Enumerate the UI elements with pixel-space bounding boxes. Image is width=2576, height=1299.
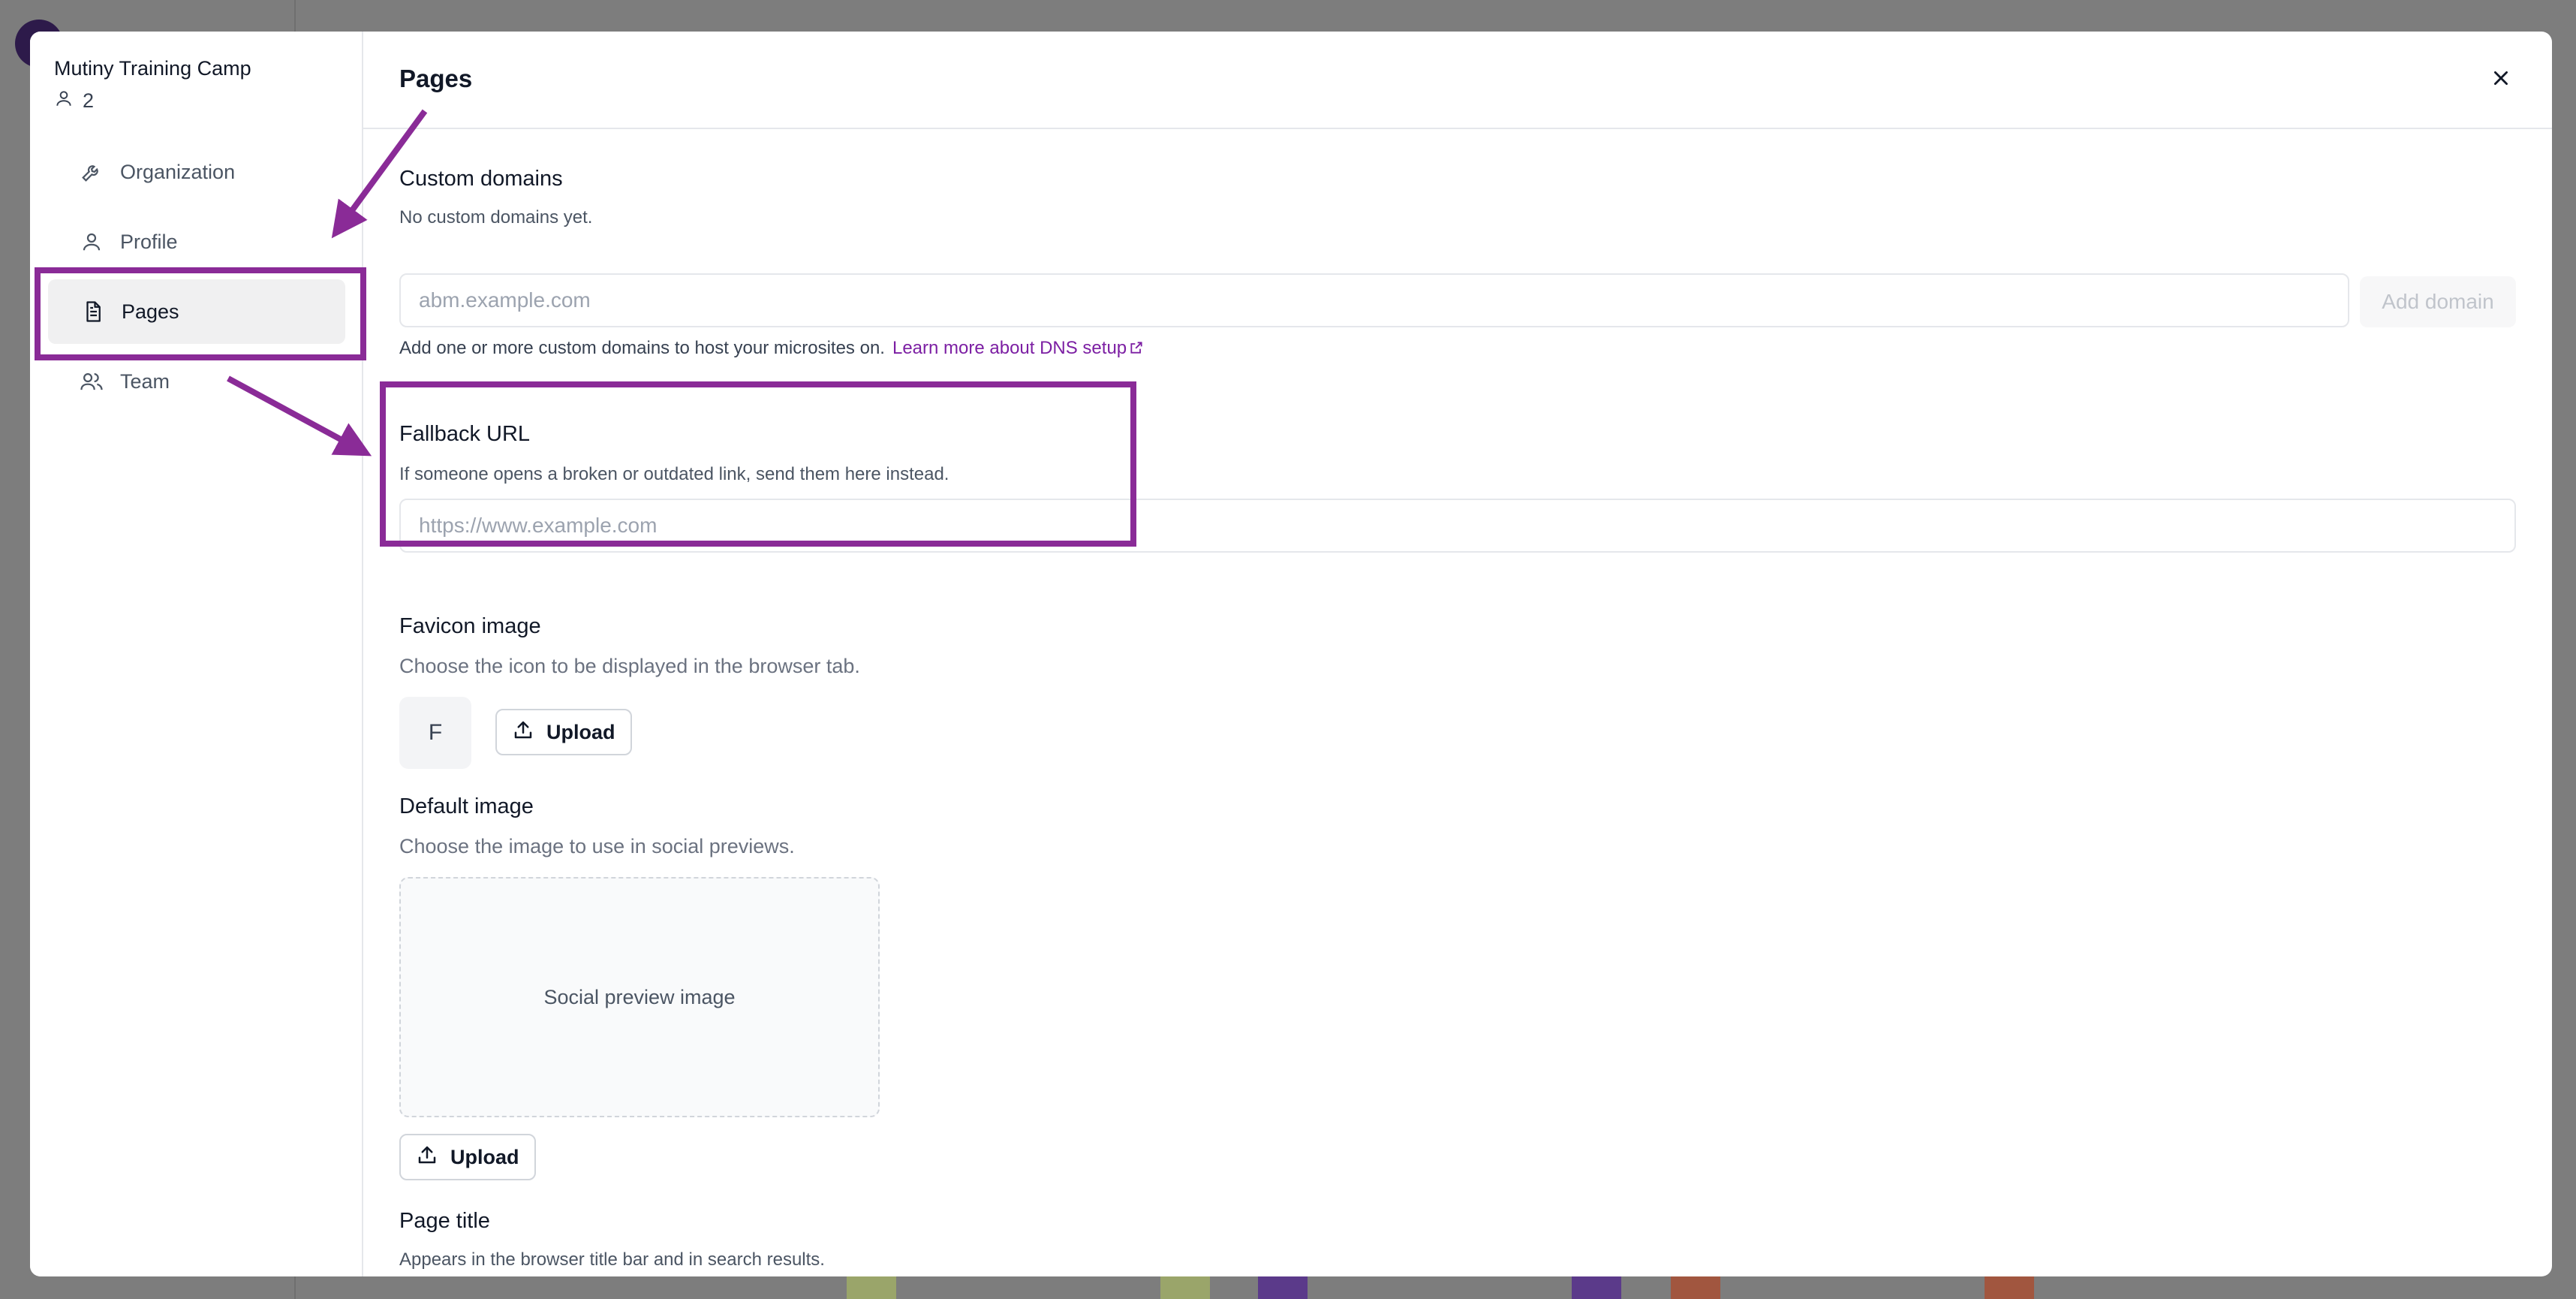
custom-domain-input[interactable] <box>399 273 2349 327</box>
custom-domains-helper-text: Add one or more custom domains to host y… <box>399 338 885 358</box>
custom-domains-label: Custom domains <box>399 167 563 191</box>
sidebar-item-organization[interactable]: Organization <box>47 140 360 204</box>
upload-label: Upload <box>450 1145 519 1168</box>
upload-icon <box>416 1144 438 1171</box>
content-header: Pages <box>363 32 2552 129</box>
member-count-value: 2 <box>83 89 95 112</box>
user-icon <box>54 89 74 113</box>
sidebar-item-label: Profile <box>120 230 178 253</box>
background-block <box>1572 1273 1621 1299</box>
sidebar-item-label: Team <box>120 369 170 393</box>
users-icon <box>80 369 104 393</box>
background-block <box>1160 1273 1210 1299</box>
settings-sidebar: Mutiny Training Camp 2 Organization Prof… <box>30 32 363 1276</box>
favicon-preview: F <box>399 697 471 769</box>
organization-name: Mutiny Training Camp <box>54 57 251 80</box>
favicon-description: Choose the icon to be displayed in the b… <box>399 655 860 677</box>
upload-label: Upload <box>546 720 615 743</box>
pages-highlight-box <box>35 267 366 360</box>
background-block <box>847 1273 896 1299</box>
sidebar-item-profile[interactable]: Profile <box>47 209 360 274</box>
custom-domains-empty-text: No custom domains yet. <box>399 207 593 228</box>
fallback-url-highlight-box <box>380 381 1136 547</box>
page-title-description: Appears in the browser title bar and in … <box>399 1249 825 1270</box>
default-image-upload-button[interactable]: Upload <box>399 1134 536 1180</box>
favicon-label: Favicon image <box>399 614 541 638</box>
custom-domains-helper: Add one or more custom domains to host y… <box>399 338 1144 359</box>
settings-content: Pages Custom domains No custom domains y… <box>363 32 2552 1276</box>
dns-setup-link[interactable]: Learn more about DNS setup <box>892 338 1144 358</box>
member-count: 2 <box>54 89 94 113</box>
close-button[interactable] <box>2486 65 2516 95</box>
social-preview-image[interactable]: Social preview image <box>399 877 880 1117</box>
page-title-label: Page title <box>399 1209 490 1233</box>
user-icon <box>80 230 104 254</box>
settings-modal: Mutiny Training Camp 2 Organization Prof… <box>30 32 2552 1276</box>
dns-setup-link-text: Learn more about DNS setup <box>892 338 1127 358</box>
add-domain-button[interactable]: Add domain <box>2360 276 2516 327</box>
external-link-icon <box>1127 338 1144 358</box>
favicon-upload-button[interactable]: Upload <box>495 709 632 755</box>
default-image-label: Default image <box>399 794 534 818</box>
page-title: Pages <box>399 65 473 92</box>
upload-icon <box>512 719 534 746</box>
background-block <box>1985 1273 2034 1299</box>
sidebar-item-label: Organization <box>120 160 236 183</box>
wrench-icon <box>80 160 104 184</box>
background-block <box>1258 1273 1308 1299</box>
close-icon <box>2491 68 2511 92</box>
background-block <box>1671 1273 1720 1299</box>
default-image-description: Choose the image to use in social previe… <box>399 835 795 857</box>
